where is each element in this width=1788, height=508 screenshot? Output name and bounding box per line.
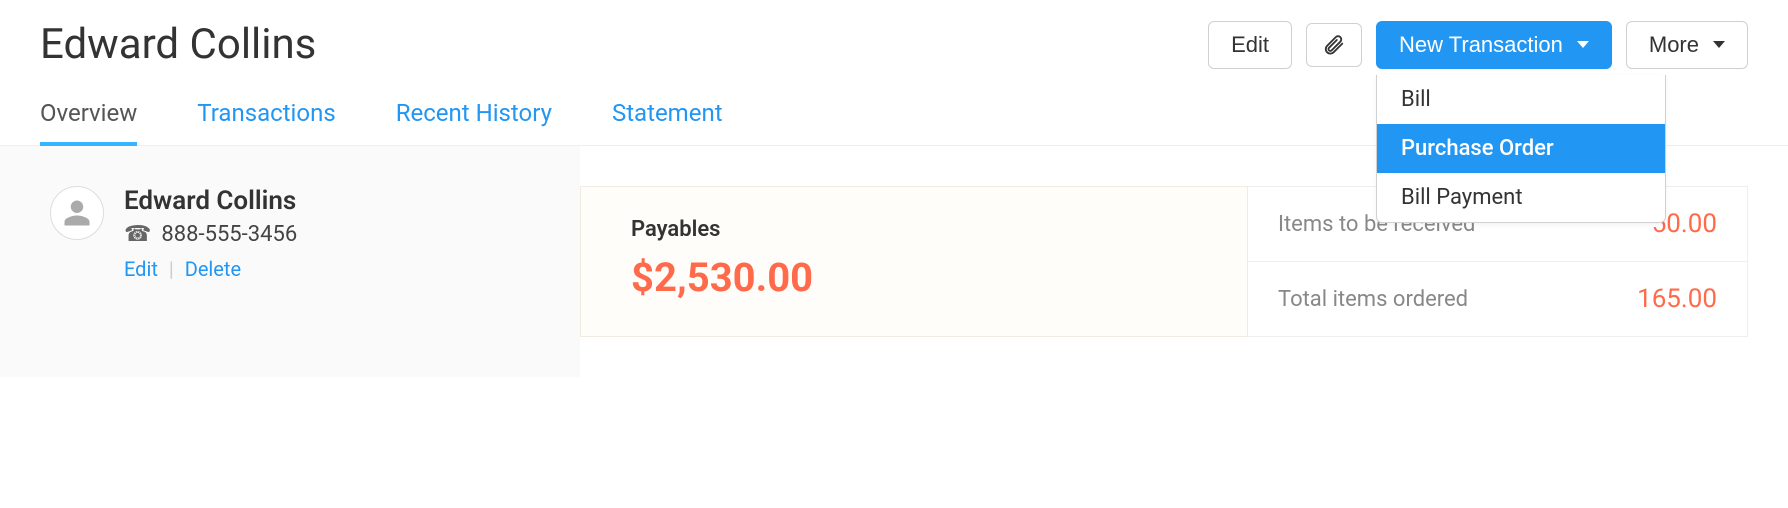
chevron-down-icon	[1577, 41, 1589, 48]
contact-panel: Edward Collins ☎ 888-555-3456 Edit | Del…	[0, 146, 580, 377]
contact-name: Edward Collins	[124, 186, 297, 216]
phone-icon: ☎	[124, 222, 151, 247]
chevron-down-icon	[1713, 41, 1725, 48]
more-label: More	[1649, 32, 1699, 58]
new-transaction-dropdown: Bill Purchase Order Bill Payment	[1376, 75, 1666, 223]
contact-phone: 888-555-3456	[161, 222, 297, 247]
new-transaction-button[interactable]: New Transaction	[1376, 21, 1612, 69]
tab-statement[interactable]: Statement	[612, 99, 723, 145]
more-button[interactable]: More	[1626, 21, 1748, 69]
contact-delete-link[interactable]: Delete	[185, 257, 241, 281]
payables-label: Payables	[631, 217, 1197, 242]
person-icon	[62, 198, 92, 228]
tab-recent-history[interactable]: Recent History	[396, 99, 552, 145]
attachments-button[interactable]	[1306, 23, 1362, 67]
edit-button[interactable]: Edit	[1208, 21, 1292, 69]
payables-card: Payables $2,530.00	[580, 186, 1248, 337]
paperclip-icon	[1323, 32, 1345, 58]
stat-row-total-items-ordered: Total items ordered 165.00	[1248, 262, 1748, 337]
tab-transactions[interactable]: Transactions	[197, 99, 335, 145]
tab-overview[interactable]: Overview	[40, 99, 137, 145]
dropdown-item-purchase-order[interactable]: Purchase Order	[1377, 124, 1665, 173]
stat-value: 165.00	[1637, 284, 1717, 314]
contact-edit-link[interactable]: Edit	[124, 257, 158, 281]
avatar	[50, 186, 104, 240]
dropdown-item-bill-payment[interactable]: Bill Payment	[1377, 173, 1665, 222]
page-title: Edward Collins	[40, 20, 316, 69]
new-transaction-label: New Transaction	[1399, 32, 1563, 58]
divider: |	[169, 257, 174, 281]
stat-label: Total items ordered	[1278, 287, 1468, 312]
dropdown-item-bill[interactable]: Bill	[1377, 75, 1665, 124]
payables-amount: $2,530.00	[631, 254, 1197, 301]
header-actions: Edit New Transaction Bill Purchase Order…	[1208, 21, 1748, 69]
